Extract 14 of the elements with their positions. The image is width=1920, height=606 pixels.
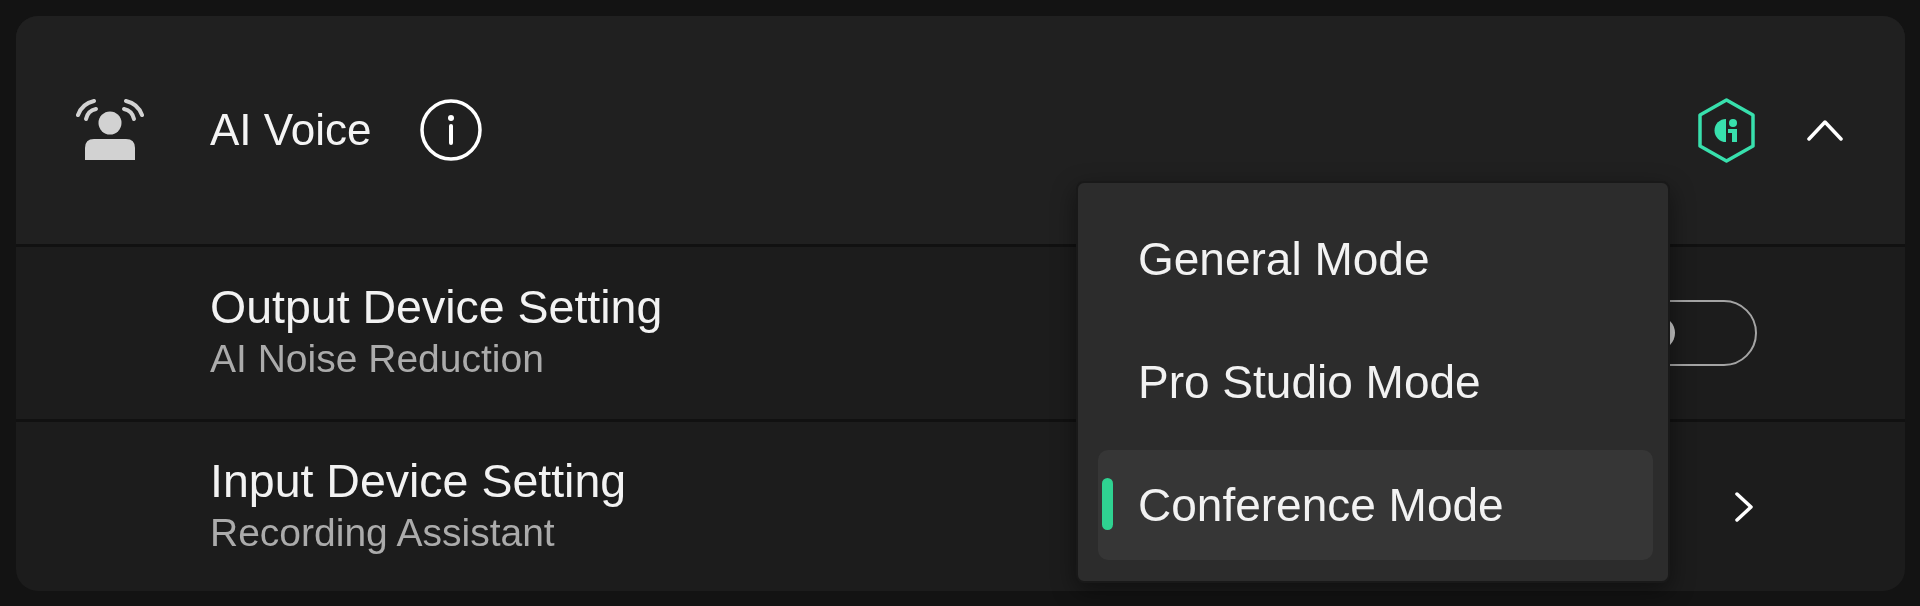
chevron-right-icon[interactable] [1735,491,1753,522]
hexagon-badge-icon[interactable] [1698,97,1755,163]
section-title: AI Voice [210,105,372,155]
row-title: Input Device Setting [210,454,627,507]
row-title: Output Device Setting [210,281,663,333]
row-subtitle: Recording Assistant [210,509,556,556]
person-sound-waves-icon [76,99,144,161]
menu-item[interactable]: General Mode [1098,204,1653,314]
menu-item[interactable]: Conference Mode [1098,450,1653,560]
selection-bar-icon [1102,478,1113,530]
chevron-up-icon[interactable] [1807,119,1843,141]
info-icon[interactable] [420,99,483,161]
menu-item[interactable]: Pro Studio Mode [1098,327,1653,437]
row-subtitle: AI Noise Reduction [210,336,545,382]
